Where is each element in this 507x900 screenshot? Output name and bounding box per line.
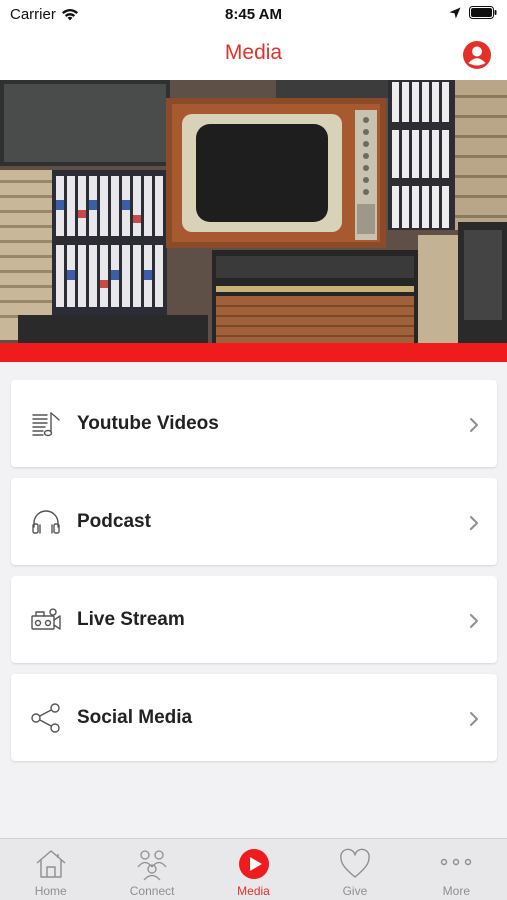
tab-label: More: [442, 884, 470, 898]
tab-label: Media: [237, 884, 270, 898]
menu-item-live-stream[interactable]: Live Stream: [11, 576, 497, 663]
chevron-right-icon: [470, 712, 478, 726]
page-title: Media: [224, 41, 283, 64]
menu-item-podcast[interactable]: Podcast: [11, 478, 497, 565]
navigation-bar: Media: [0, 30, 507, 80]
headphones-icon: [32, 510, 60, 534]
tab-label: Home: [34, 884, 67, 898]
tab-connect[interactable]: Connect: [101, 839, 202, 900]
profile-icon[interactable]: [462, 40, 492, 70]
battery-icon: [469, 6, 497, 19]
tab-more[interactable]: More: [406, 839, 507, 900]
media-menu: Youtube Videos Podcast Live Stream Socia…: [11, 380, 497, 772]
tab-media[interactable]: Media: [203, 839, 304, 900]
video-camera-icon: [31, 608, 61, 630]
tab-bar: Home Connect Media Give More: [0, 838, 507, 900]
chevron-right-icon: [470, 418, 478, 432]
tab-label: Connect: [129, 884, 175, 898]
chevron-right-icon: [470, 614, 478, 628]
chevron-right-icon: [470, 516, 478, 530]
tab-label: Give: [342, 884, 368, 898]
location-arrow-icon: [449, 7, 461, 18]
play-circle-icon: [238, 849, 269, 879]
menu-label: Youtube Videos: [77, 413, 219, 434]
status-bar: Carrier 8:45 AM: [0, 0, 507, 30]
heart-icon: [340, 848, 370, 878]
menu-label: Social Media: [77, 707, 193, 728]
menu-label: Podcast: [77, 511, 151, 532]
menu-item-social-media[interactable]: Social Media: [11, 674, 497, 761]
accent-strip: [0, 343, 507, 362]
menu-item-youtube-videos[interactable]: Youtube Videos: [11, 380, 497, 467]
share-icon: [31, 703, 60, 733]
more-dots-icon: [441, 858, 472, 866]
menu-label: Live Stream: [77, 609, 185, 630]
hero-image: [0, 80, 507, 343]
clock: 8:45 AM: [225, 6, 282, 23]
people-icon: [137, 850, 167, 881]
tab-give[interactable]: Give: [304, 839, 405, 900]
playlist-music-icon: [32, 412, 60, 437]
tab-home[interactable]: Home: [0, 839, 101, 900]
home-icon: [36, 850, 66, 878]
